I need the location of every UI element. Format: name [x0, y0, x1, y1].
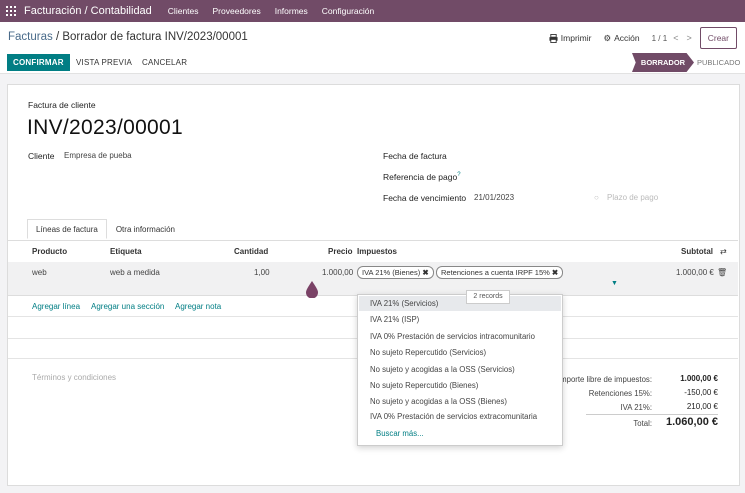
- add-section-link[interactable]: Agregar una sección: [91, 302, 164, 311]
- radio-icon[interactable]: ○: [594, 193, 599, 202]
- add-note-link[interactable]: Agregar nota: [175, 302, 221, 311]
- menu-clientes[interactable]: Clientes: [168, 6, 199, 16]
- col-taxes[interactable]: Impuestos: [357, 247, 397, 256]
- iva-value: 210,00 €: [686, 402, 718, 411]
- pager-value[interactable]: 1 / 1: [652, 34, 668, 43]
- breadcrumb: Facturas / Borrador de factura INV/2023/…: [8, 31, 248, 43]
- confirm-button[interactable]: CONFIRMAR: [7, 54, 70, 71]
- breadcrumb-facturas[interactable]: Facturas: [8, 31, 53, 43]
- dropdown-option[interactable]: No sujeto Repercutido (Servicios): [370, 348, 486, 357]
- document-type: Factura de cliente: [28, 100, 96, 110]
- action-label: Acción: [614, 33, 640, 43]
- control-panel-actions: Imprimir ⚙ Acción 1 / 1 < > Crear: [549, 27, 737, 49]
- payment-terms-field[interactable]: Plazo de pago: [607, 193, 658, 202]
- menu-proveedores[interactable]: Proveedores: [213, 6, 261, 16]
- menu-configuracion[interactable]: Configuración: [322, 6, 374, 16]
- dropdown-option[interactable]: No sujeto Repercutido (Bienes): [370, 381, 478, 390]
- retention-value: -150,00 €: [684, 388, 718, 397]
- col-price[interactable]: Precio: [328, 247, 352, 256]
- row-price[interactable]: 1.000,00: [322, 268, 353, 277]
- close-icon[interactable]: ✖: [422, 268, 428, 277]
- dropdown-option[interactable]: IVA 0% Prestación de servicios intracomu…: [370, 332, 535, 341]
- iva-label: IVA 21%:: [620, 403, 653, 412]
- control-panel: Facturas / Borrador de factura INV/2023/…: [0, 22, 745, 53]
- col-quantity[interactable]: Cantidad: [234, 247, 268, 256]
- lines-table-header: Producto Etiqueta Cantidad Precio Impues…: [8, 240, 738, 263]
- statusbar: CONFIRMAR VISTA PREVIA CANCELAR BORRADOR…: [0, 52, 745, 74]
- row-subtotal: 1.000,00 €: [676, 268, 714, 277]
- tax-tag[interactable]: IVA 21% (Bienes) ✖: [357, 266, 434, 279]
- add-line-link[interactable]: Agregar línea: [32, 302, 80, 311]
- table-row[interactable]: web web a medida 1,00 1.000,00 IVA 21% (…: [8, 262, 738, 296]
- gear-icon: ⚙: [603, 32, 612, 43]
- dropdown-option[interactable]: No sujeto y acogidas a la OSS (Bienes): [370, 397, 507, 406]
- tax-tag-label: Retenciones a cuenta IRPF 15%: [441, 268, 550, 277]
- tab-invoice-lines[interactable]: Líneas de factura: [27, 219, 107, 239]
- retention-label: Retenciones 15%:: [588, 389, 652, 398]
- untaxed-label: Importe libre de impuestos:: [557, 375, 652, 384]
- records-tooltip: 2 records: [466, 290, 510, 304]
- customer-field[interactable]: Empresa de pueba: [64, 151, 132, 160]
- breadcrumb-separator: /: [55, 31, 60, 43]
- print-label: Imprimir: [560, 33, 592, 43]
- close-icon[interactable]: ✖: [552, 268, 558, 277]
- cursor-drop-icon: [306, 281, 318, 298]
- dropdown-option[interactable]: No sujeto y acogidas a la OSS (Servicios…: [370, 365, 515, 374]
- due-date-field[interactable]: 21/01/2023: [474, 193, 514, 202]
- col-label[interactable]: Etiqueta: [110, 247, 142, 256]
- dropdown-option[interactable]: IVA 0% Prestación de servicios extracomu…: [370, 412, 537, 421]
- print-icon: [549, 33, 558, 43]
- customer-label: Cliente: [28, 151, 55, 161]
- dropdown-option[interactable]: IVA 21% (ISP): [370, 315, 419, 324]
- caret-down-icon[interactable]: ▼: [611, 280, 618, 287]
- row-product[interactable]: web: [32, 268, 47, 277]
- app-title[interactable]: Facturación / Contabilidad: [24, 5, 152, 17]
- preview-button[interactable]: VISTA PREVIA: [76, 54, 132, 71]
- stage-posted[interactable]: PUBLICADO: [697, 53, 740, 72]
- tax-tag-label: IVA 21% (Bienes): [362, 268, 421, 277]
- trash-icon[interactable]: 🗑: [717, 268, 727, 277]
- print-button[interactable]: Imprimir: [549, 33, 592, 43]
- payment-ref-label: Referencia de pago?: [383, 172, 461, 182]
- untaxed-value: 1.000,00 €: [680, 374, 718, 383]
- tab-other-info[interactable]: Otra información: [107, 219, 184, 239]
- terms-conditions-field[interactable]: Términos y condiciones: [32, 373, 116, 382]
- chevron-left-icon[interactable]: <: [673, 33, 678, 43]
- menu-informes[interactable]: Informes: [275, 6, 308, 16]
- apps-menu-icon[interactable]: [6, 6, 16, 16]
- dropdown-option[interactable]: IVA 21% (Servicios): [370, 299, 438, 308]
- invoice-date-label: Fecha de factura: [383, 151, 447, 161]
- breadcrumb-current: Borrador de factura INV/2023/00001: [62, 31, 248, 43]
- notebook-tabs: Líneas de factura Otra información: [27, 219, 184, 239]
- top-navbar: Facturación / Contabilidad Clientes Prov…: [0, 0, 745, 22]
- row-label[interactable]: web a medida: [110, 268, 160, 277]
- search-more-option[interactable]: Buscar más...: [376, 429, 424, 438]
- stage-draft[interactable]: BORRADOR: [632, 53, 694, 72]
- chevron-right-icon[interactable]: >: [686, 33, 691, 43]
- action-button[interactable]: ⚙ Acción: [603, 33, 639, 44]
- totals-divider: [586, 414, 718, 415]
- optional-columns-icon[interactable]: ⇄: [720, 247, 727, 256]
- create-button[interactable]: Crear: [699, 27, 737, 49]
- row-quantity[interactable]: 1,00: [254, 268, 270, 277]
- help-icon[interactable]: ?: [457, 172, 460, 178]
- total-value: 1.060,00 €: [666, 416, 718, 428]
- invoice-number: INV/2023/00001: [27, 116, 183, 139]
- tax-tag[interactable]: Retenciones a cuenta IRPF 15% ✖: [436, 266, 564, 279]
- col-product[interactable]: Producto: [32, 247, 67, 256]
- tax-autocomplete-dropdown: IVA 21% (Servicios) IVA 21% (ISP) IVA 0%…: [357, 294, 563, 446]
- total-label: Total:: [633, 419, 652, 428]
- cancel-button[interactable]: CANCELAR: [142, 54, 187, 71]
- due-date-label: Fecha de vencimiento: [383, 193, 467, 203]
- col-subtotal[interactable]: Subtotal: [681, 247, 713, 256]
